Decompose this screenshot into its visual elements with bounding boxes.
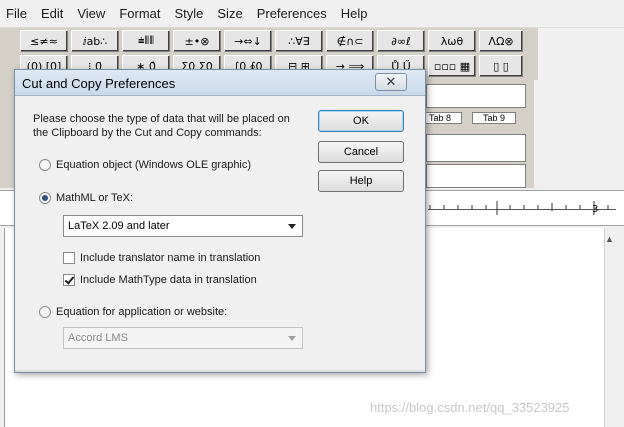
- set-theory-palette-button[interactable]: ∉∩⊂: [326, 30, 374, 52]
- menu-bar: File Edit View Format Style Size Prefere…: [0, 0, 624, 28]
- dialog-titlebar[interactable]: Cut and Copy Preferences ✕: [15, 70, 425, 96]
- boxes-palette-button[interactable]: ▯ ▯: [479, 55, 523, 77]
- cancel-button[interactable]: Cancel: [318, 141, 404, 163]
- menu-format[interactable]: Format: [119, 6, 160, 21]
- application-label: Equation for application or website:: [56, 306, 228, 318]
- matrices-palette-button[interactable]: ▫▫▫ ▦: [428, 55, 476, 77]
- embellishments-palette-button[interactable]: ⩧⦀⦀: [122, 30, 170, 52]
- watermark: https://blog.csdn.net/qq_33523925: [370, 400, 570, 415]
- ruler-number: 3: [592, 204, 599, 215]
- chevron-down-icon: [288, 224, 296, 229]
- help-button[interactable]: Help: [318, 170, 404, 192]
- greek-lower-palette-button[interactable]: λωθ: [428, 30, 476, 52]
- close-button[interactable]: ✕: [375, 73, 407, 91]
- menu-preferences[interactable]: Preferences: [257, 6, 327, 21]
- greek-upper-palette-button[interactable]: ΛΩ⊗: [479, 30, 523, 52]
- application-radio[interactable]: [39, 306, 51, 318]
- mathtype-data-option[interactable]: Include MathType data in translation: [63, 274, 257, 286]
- mathml-tex-label: MathML or TeX:: [56, 192, 134, 204]
- mathml-tex-option[interactable]: MathML or TeX:: [39, 192, 133, 204]
- translator-name-checkbox[interactable]: [63, 252, 75, 264]
- operators-palette-button[interactable]: ±•⊗: [173, 30, 221, 52]
- tab-9[interactable]: Tab 9: [472, 112, 516, 124]
- close-icon: ✕: [385, 74, 397, 90]
- misc-symbols-palette-button[interactable]: ∂∞ℓ: [377, 30, 425, 52]
- application-select: Accord LMS: [63, 327, 303, 349]
- menu-view[interactable]: View: [77, 6, 105, 21]
- equation-object-option[interactable]: Equation object (Windows OLE graphic): [39, 159, 251, 171]
- menu-style[interactable]: Style: [174, 6, 203, 21]
- logic-palette-button[interactable]: ∴∀∃: [275, 30, 323, 52]
- translator-name-label: Include translator name in translation: [80, 252, 261, 264]
- equation-object-radio[interactable]: [39, 159, 51, 171]
- menu-help[interactable]: Help: [341, 6, 368, 21]
- tex-format-select[interactable]: LaTeX 2.09 and later: [63, 215, 303, 237]
- tab-panel-bottom: [426, 164, 526, 188]
- cut-copy-preferences-dialog: Cut and Copy Preferences ✕ Please choose…: [14, 69, 426, 373]
- arrows-palette-button[interactable]: →⇔↓: [224, 30, 272, 52]
- menu-file[interactable]: File: [6, 6, 27, 21]
- equation-object-label: Equation object (Windows OLE graphic): [56, 159, 252, 171]
- menu-size[interactable]: Size: [217, 6, 242, 21]
- spaces-palette-button[interactable]: ⅈab∴: [71, 30, 119, 52]
- dialog-bottom-edge: [15, 370, 425, 372]
- mathml-tex-radio[interactable]: [39, 192, 51, 204]
- dialog-title: Cut and Copy Preferences: [22, 76, 176, 91]
- mathtype-data-checkbox[interactable]: [63, 274, 75, 286]
- relations-palette-button[interactable]: ≤≠≈: [20, 30, 68, 52]
- mathtype-data-label: Include MathType data in translation: [80, 274, 257, 286]
- tex-format-value: LaTeX 2.09 and later: [68, 220, 170, 232]
- vertical-scrollbar[interactable]: [604, 228, 622, 427]
- chevron-down-icon: [288, 336, 296, 341]
- palette-row-1: ≤≠≈ ⅈab∴ ⩧⦀⦀ ±•⊗ →⇔↓ ∴∀∃ ∉∩⊂ ∂∞ℓ λωθ ΛΩ⊗: [20, 30, 526, 54]
- application-value: Accord LMS: [68, 332, 128, 344]
- menu-edit[interactable]: Edit: [41, 6, 63, 21]
- dialog-description: Please choose the type of data that will…: [33, 113, 290, 139]
- tab-panel-top: [426, 84, 526, 108]
- tab-panel-mid: [426, 134, 526, 162]
- translator-name-option[interactable]: Include translator name in translation: [63, 252, 260, 264]
- application-option[interactable]: Equation for application or website:: [39, 306, 227, 318]
- ok-button[interactable]: OK: [318, 110, 404, 132]
- scroll-up-arrow-icon[interactable]: ▲: [605, 234, 614, 244]
